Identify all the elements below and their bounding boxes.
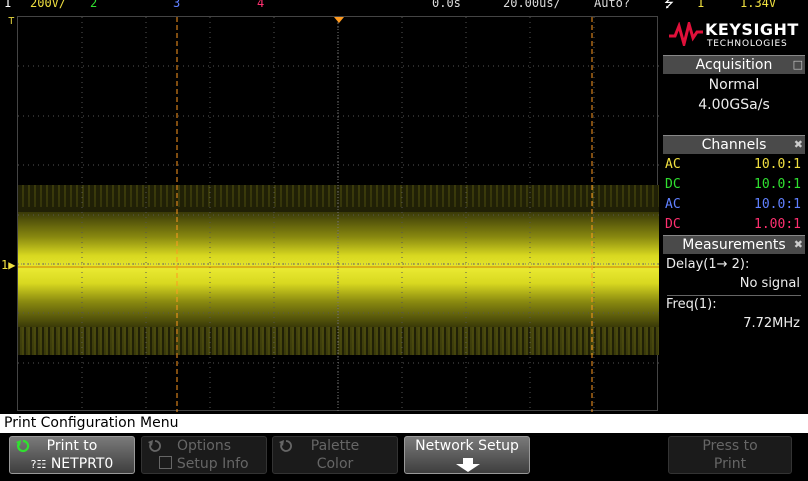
print-to-value: NETPRT0 [50, 456, 114, 472]
status-bar: 1 200V/ 2 3 4 0.0s 20.00us/ Auto? ⭍ 1 1.… [0, 0, 808, 12]
keysight-logo: KEYSIGHT TECHNOLOGIES [663, 18, 805, 52]
meas-delay-value: No signal [739, 276, 800, 291]
options-label: Options [176, 438, 232, 454]
ch1-ground-marker[interactable]: 1▶ [1, 258, 15, 272]
submenu-arrow-icon [456, 458, 480, 472]
print-to-softkey[interactable]: Print to ?☷ NETPRT0 [9, 436, 135, 474]
measurements-header[interactable]: Measurements ✖ [663, 235, 805, 254]
channel-row-2: DC 10.0:1 [665, 177, 801, 192]
network-setup-label: Network Setup [415, 438, 519, 454]
keysight-wave-icon [669, 22, 703, 46]
trigger-mode: Auto? [594, 0, 631, 10]
print-label: Print [713, 456, 747, 472]
graticule [18, 17, 659, 412]
trigger-slope-icon: ⭍ [664, 0, 674, 10]
channel-row-3: AC 10.0:1 [665, 197, 801, 212]
setup-info-label: Setup Info [176, 456, 249, 472]
acquisition-header[interactable]: Acquisition □ [663, 55, 805, 74]
press-to-print-softkey[interactable]: Press to Print [668, 436, 792, 474]
palette-value: Color [316, 456, 354, 472]
trigger-level: 1.34V [740, 0, 777, 10]
ch3-label: 3 [173, 0, 181, 10]
channel-row-1: AC 10.0:1 [665, 157, 801, 172]
options-softkey[interactable]: Options Setup Info [141, 436, 267, 474]
trigger-marker-icon: ⊤ [8, 14, 15, 27]
channels-header[interactable]: Channels ✖ [663, 135, 805, 154]
network-printer-icon: ?☷ [30, 458, 47, 471]
acq-mode: Normal [708, 77, 760, 93]
channels-body: AC 10.0:1 DC 10.0:1 AC 10.0:1 DC 1.00:1 [663, 155, 805, 235]
acquisition-body: Normal 4.00GSa/s [663, 75, 805, 115]
ch4-label: 4 [257, 0, 265, 10]
timebase-readout: 20.00us/ [503, 0, 561, 10]
trigger-position-marker[interactable] [334, 17, 344, 23]
menu-title: Print Configuration Menu [0, 414, 808, 433]
trigger-source: 1 [697, 0, 705, 10]
palette-label: Palette [310, 438, 360, 454]
brand-sub: TECHNOLOGIES [707, 39, 788, 49]
ch2-label: 2 [90, 0, 98, 10]
panel-close-icon-2[interactable]: ✖ [794, 236, 803, 254]
measurements-body: Delay(1→ 2): No signal Freq(1): 7.72MHz [663, 255, 805, 335]
meas-freq-value: 7.72MHz [743, 316, 800, 331]
network-setup-softkey[interactable]: Network Setup [404, 436, 530, 474]
meas-delay-label: Delay(1→ 2): [666, 257, 750, 272]
print-to-label: Print to [46, 438, 98, 454]
ch1-index: 1 [4, 0, 12, 10]
panel-close-icon[interactable]: ✖ [794, 136, 803, 154]
channel-row-4: DC 1.00:1 [665, 217, 801, 232]
brand-name: KEYSIGHT [705, 20, 799, 39]
meas-freq-label: Freq(1): [666, 297, 717, 312]
waveform-display[interactable] [17, 16, 659, 412]
setup-info-checkbox[interactable] [159, 456, 173, 469]
delay-readout: 0.0s [432, 0, 461, 10]
press-to-label: Press to [702, 438, 758, 454]
palette-softkey[interactable]: Palette Color [272, 436, 398, 474]
panel-window-icon[interactable]: □ [793, 56, 803, 74]
ch1-scale: 200V/ [30, 0, 67, 10]
acq-rate: 4.00GSa/s [698, 97, 770, 113]
